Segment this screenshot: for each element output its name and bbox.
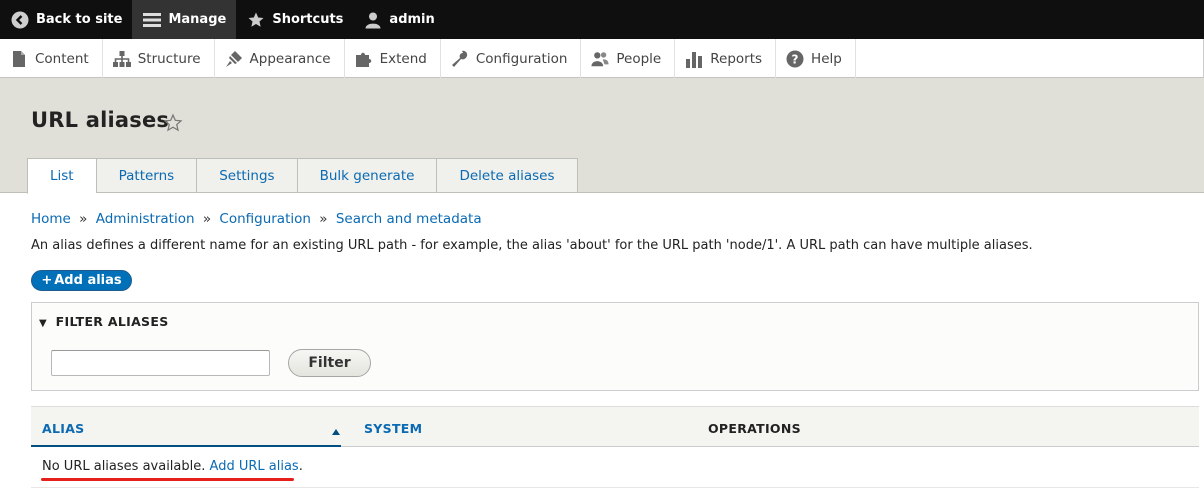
tray-spacer (856, 39, 1204, 77)
tab-patterns[interactable]: Patterns (95, 158, 197, 193)
tab-delete-aliases[interactable]: Delete aliases (436, 158, 578, 193)
shortcuts-label: Shortcuts (272, 12, 344, 27)
admin-tray-menu: Content Structure Appearance Extend Conf… (0, 39, 1204, 78)
add-alias-label: Add alias (54, 273, 122, 288)
highlight-underline (41, 478, 294, 481)
breadcrumb-search-and-metadata[interactable]: Search and metadata (336, 211, 482, 227)
svg-text:?: ? (792, 52, 799, 66)
page-title: URL aliases (31, 108, 170, 132)
tray-item-extend[interactable]: Extend (345, 39, 441, 78)
filter-aliases-fieldset: ▼ FILTER ALIASES Filter (31, 302, 1199, 391)
page-description: An alias defines a different name for an… (31, 238, 1033, 253)
tray-item-label: Help (811, 50, 842, 67)
manage-tab[interactable]: Manage (132, 0, 237, 39)
primary-tabs: List Patterns Settings Bulk generate Del… (27, 158, 578, 194)
shortcuts-tab[interactable]: Shortcuts (236, 0, 353, 39)
triangle-down-icon: ▼ (39, 318, 47, 329)
paintbrush-icon (225, 50, 243, 68)
add-url-alias-link[interactable]: Add URL alias (210, 459, 299, 474)
file-icon (10, 50, 28, 68)
hamburger-menu-icon (142, 10, 162, 30)
puzzle-icon (355, 50, 373, 68)
tab-list[interactable]: List (27, 158, 96, 194)
tray-item-structure[interactable]: Structure (103, 39, 215, 78)
tray-item-help[interactable]: ? Help (776, 39, 856, 78)
tab-bulk-generate[interactable]: Bulk generate (296, 158, 437, 193)
user-tab[interactable]: admin (353, 0, 444, 39)
user-label: admin (389, 12, 435, 27)
user-icon (363, 10, 383, 30)
filter-aliases-toggle[interactable]: ▼ FILTER ALIASES (39, 314, 169, 329)
admin-toolbar: Back to site Manage Shortcuts admin (0, 0, 1204, 39)
wrench-icon (451, 50, 469, 68)
breadcrumb-home[interactable]: Home (31, 211, 71, 227)
tray-item-label: Structure (137, 50, 201, 67)
tray-item-people[interactable]: People (581, 39, 676, 78)
tray-item-content[interactable]: Content (0, 39, 103, 78)
breadcrumb-configuration[interactable]: Configuration (219, 211, 311, 227)
filter-aliases-legend: FILTER ALIASES (55, 314, 169, 329)
column-header-alias[interactable]: ALIAS (42, 421, 84, 436)
chevron-left-circle-icon (10, 10, 30, 30)
breadcrumb: Home » Administration » Configuration » … (31, 211, 482, 227)
tray-item-label: Extend (379, 50, 427, 67)
column-header-operations: OPERATIONS (708, 421, 801, 436)
table-empty-row: No URL aliases available. Add URL alias. (31, 448, 1199, 488)
back-to-site-link[interactable]: Back to site (0, 0, 132, 39)
column-header-system[interactable]: SYSTEM (364, 421, 422, 436)
empty-message-suffix: . (298, 459, 303, 474)
empty-message-text: No URL aliases available. (42, 459, 206, 474)
tray-item-configuration[interactable]: Configuration (441, 39, 582, 78)
tray-item-label: Reports (710, 50, 763, 67)
manage-label: Manage (168, 12, 227, 27)
help-icon: ? (786, 50, 804, 68)
tray-item-label: People (616, 50, 662, 67)
tray-item-label: Content (35, 50, 89, 67)
favorite-star-icon[interactable] (163, 113, 183, 133)
tray-item-appearance[interactable]: Appearance (215, 39, 345, 78)
breadcrumb-separator: » (79, 211, 88, 227)
back-to-site-label: Back to site (36, 12, 123, 27)
active-sort-underline (31, 445, 341, 447)
tray-item-reports[interactable]: Reports (675, 39, 777, 78)
tray-item-label: Appearance (249, 50, 331, 67)
structure-icon (112, 50, 131, 68)
people-icon (591, 50, 609, 68)
tray-item-label: Configuration (475, 50, 568, 67)
sort-ascending-icon (332, 424, 340, 435)
breadcrumb-separator: » (319, 211, 328, 227)
breadcrumb-separator: » (202, 211, 212, 227)
plus-icon: + (41, 273, 53, 288)
breadcrumb-administration[interactable]: Administration (96, 211, 195, 227)
empty-message: No URL aliases available. Add URL alias. (42, 459, 303, 474)
bar-chart-icon (685, 50, 703, 68)
star-icon (246, 10, 266, 30)
filter-button[interactable]: Filter (288, 349, 371, 377)
aliases-table-header: ALIAS SYSTEM OPERATIONS (31, 406, 1199, 447)
filter-alias-input[interactable] (51, 350, 270, 376)
tab-settings[interactable]: Settings (196, 158, 297, 193)
add-alias-button[interactable]: + Add alias (31, 270, 132, 291)
